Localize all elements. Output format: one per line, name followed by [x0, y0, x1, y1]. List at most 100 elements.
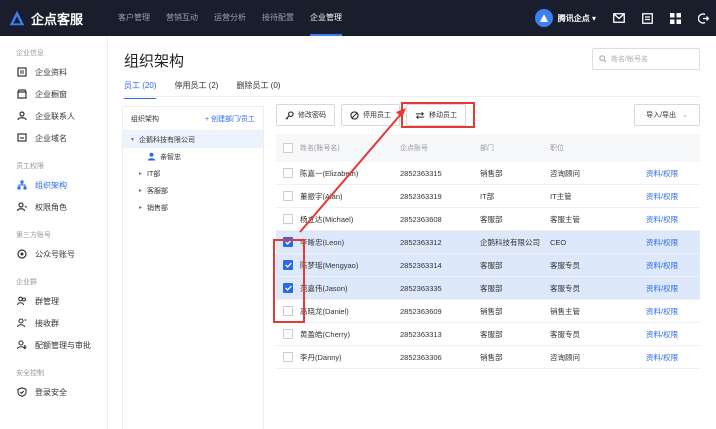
tab-disabled-employees[interactable]: 停用员工 (2): [174, 80, 218, 96]
table-row[interactable]: 董振宇(Alan) 2852363319 IT部 IT主管 资料/权限: [276, 185, 700, 208]
org-chart-icon: [16, 180, 27, 191]
row-checkbox[interactable]: [283, 352, 293, 362]
sidebar-item-receive-group[interactable]: 接收群: [0, 312, 107, 334]
sidebar-item-domain[interactable]: 企业域名: [0, 127, 107, 149]
reset-password-button[interactable]: 修改密码: [276, 104, 335, 126]
tab-employees[interactable]: 员工 (20): [124, 80, 157, 99]
row-check-cell: [276, 352, 300, 362]
cell-action-link[interactable]: 资料/权限: [646, 237, 700, 248]
apps-grid-icon[interactable]: [668, 11, 682, 25]
sidebar-section-title: 员工权限: [16, 163, 44, 170]
tree-node-label: IT部: [147, 170, 161, 178]
row-check-cell: [276, 214, 300, 224]
tab-deleted-employees[interactable]: 删除员工 (0): [236, 80, 280, 96]
cell-dept: 销售部: [480, 306, 503, 316]
tree-node-dept[interactable]: ▸ 销售部: [123, 199, 263, 216]
row-checkbox[interactable]: [283, 214, 293, 224]
cell-account: 2852363319: [400, 191, 442, 201]
caret-right-icon[interactable]: ▸: [139, 187, 147, 194]
cell-action-link[interactable]: 资料/权限: [646, 214, 700, 225]
tree-node-label: 销售部: [147, 204, 168, 212]
sidebar-item-quota[interactable]: 配额管理与审批: [0, 334, 107, 356]
column-header-name: 姓名(账号名): [300, 145, 340, 152]
tree-node-dept[interactable]: ▸ IT部: [123, 165, 263, 182]
table-row[interactable]: 李晰忠(Leon) 2852363312 企鹅科技有限公司 CEO 资料/权限: [276, 231, 700, 254]
mail-icon[interactable]: [612, 11, 626, 25]
account-menu[interactable]: 腾讯企点 ▾: [534, 9, 596, 27]
cell-action-link[interactable]: 资料/权限: [646, 329, 700, 340]
table-row[interactable]: 范嘉伟(Jason) 2852363335 客服部 客服专员 资料/权限: [276, 277, 700, 300]
cell-action-link[interactable]: 资料/权限: [646, 168, 700, 179]
cell-action-link[interactable]: 资料/权限: [646, 191, 700, 202]
person-icon: [147, 152, 156, 161]
cell-account: 2852363312: [400, 237, 442, 247]
table-header-row: 姓名(账号名) 企点账号 部门 职位: [276, 134, 700, 162]
sidebar-item-official-account[interactable]: 公众号账号: [0, 243, 107, 265]
sidebar-item-label: 群管理: [35, 296, 59, 306]
cell-account: 2852363315: [400, 168, 442, 178]
row-checkbox[interactable]: [283, 329, 293, 339]
disable-employee-label: 停用员工: [363, 112, 391, 119]
receive-group-icon: [16, 318, 27, 329]
highlight-selected-checkboxes: [273, 239, 305, 323]
tree-node-dept[interactable]: ▸ 客服部: [123, 182, 263, 199]
search-input[interactable]: 姓名/帐号名: [592, 48, 700, 70]
sidebar-section-title: 企业群: [16, 279, 37, 286]
table-row[interactable]: 黄盈皓(Cherry) 2852363313 客服部 客服专员 资料/权限: [276, 323, 700, 346]
cell-action-link[interactable]: 资料/权限: [646, 306, 700, 317]
caret-right-icon[interactable]: ▸: [139, 170, 147, 177]
disable-employee-button[interactable]: 停用员工: [341, 104, 400, 126]
shield-icon: [16, 387, 27, 398]
employee-table: 姓名(账号名) 企点账号 部门 职位 陈嘉一(Elizabeth) 2852363…: [276, 134, 700, 369]
contact-icon: [16, 111, 27, 122]
import-export-dropdown[interactable]: 导入/导出 ⌄: [634, 104, 700, 126]
sidebar-item-login-security[interactable]: 登录安全: [0, 381, 107, 403]
cell-action-link[interactable]: 资料/权限: [646, 260, 700, 271]
row-checkbox[interactable]: [283, 191, 293, 201]
org-tree-title: 组织架构: [131, 115, 159, 123]
cell-name: 黄盈皓(Cherry): [300, 329, 350, 339]
cell-account: 2852363313: [400, 329, 442, 339]
table-row[interactable]: 李丹(Danny) 2852363306 销售部 咨询顾问 资料/权限: [276, 346, 700, 369]
account-avatar: [534, 9, 553, 27]
select-all-checkbox[interactable]: [283, 143, 293, 153]
tree-node-member[interactable]: 亲智忠: [123, 148, 263, 165]
cell-action-link[interactable]: 资料/权限: [646, 283, 700, 294]
sidebar-item-storefront[interactable]: 企业橱窗: [0, 83, 107, 105]
table-row[interactable]: 陈嘉一(Elizabeth) 2852363315 销售部 咨询顾问 资料/权限: [276, 162, 700, 185]
table-row[interactable]: 陈梦瑶(Mengyao) 2852363314 客服部 客服专员 资料/权限: [276, 254, 700, 277]
sidebar-item-label: 企业橱窗: [35, 89, 67, 99]
cell-dept: 客服部: [480, 283, 503, 293]
sidebar-item-company-info[interactable]: 企业资料: [0, 61, 107, 83]
row-check-cell: [276, 329, 300, 339]
nav-reception-config[interactable]: 接待配置: [262, 0, 294, 36]
cell-account: 2852363335: [400, 283, 442, 293]
cell-dept: 客服部: [480, 260, 503, 270]
sidebar-item-org-chart[interactable]: 组织架构: [0, 174, 107, 196]
create-dept-button[interactable]: + 创建部门/员工: [205, 114, 255, 124]
nav-enterprise-management[interactable]: 企业管理: [310, 0, 342, 36]
search-icon: [599, 55, 607, 63]
cell-name: 范嘉伟(Jason): [300, 283, 348, 293]
caret-right-icon[interactable]: ▸: [139, 204, 147, 211]
row-checkbox[interactable]: [283, 168, 293, 178]
tree-node-root[interactable]: ▾ 企鹅科技有限公司: [123, 131, 263, 148]
sidebar-item-contact[interactable]: 企业联系人: [0, 105, 107, 127]
page-title: 组织架构: [124, 53, 185, 70]
cell-action-link[interactable]: 资料/权限: [646, 352, 700, 363]
sidebar-item-group-manage[interactable]: 群管理: [0, 290, 107, 312]
header-check-cell: [276, 143, 300, 153]
quota-icon: [16, 340, 27, 351]
import-export-label: 导入/导出: [646, 112, 677, 119]
brand-logo[interactable]: 企点客服: [8, 9, 118, 28]
logout-icon[interactable]: [696, 11, 710, 25]
nav-customer-management[interactable]: 客户管理: [118, 0, 150, 36]
caret-down-icon[interactable]: ▾: [131, 136, 139, 143]
sidebar-item-roles[interactable]: 权限角色: [0, 196, 107, 218]
table-row[interactable]: 高晓龙(Daniel) 2852363609 销售部 销售主管 资料/权限: [276, 300, 700, 323]
account-label: 腾讯企点 ▾: [557, 13, 596, 23]
table-row[interactable]: 杨立达(Michael) 2852363608 客服部 客服主管 资料/权限: [276, 208, 700, 231]
nav-marketing[interactable]: 营销互动: [166, 0, 198, 36]
nav-analytics[interactable]: 运营分析: [214, 0, 246, 36]
document-icon[interactable]: [640, 11, 654, 25]
